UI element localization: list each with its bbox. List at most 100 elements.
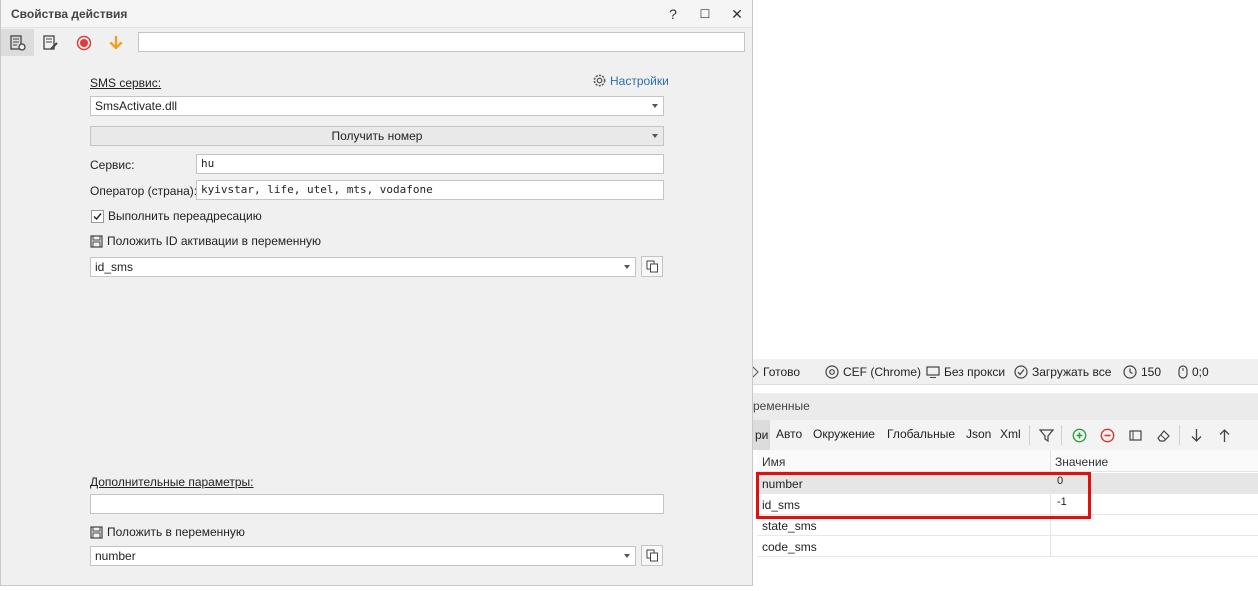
copy-icon	[646, 260, 658, 273]
ready-icon	[753, 366, 759, 378]
chevron-down-icon	[652, 104, 658, 108]
maximize-button[interactable]: ☐	[692, 3, 718, 25]
dialog-toolbar	[1, 29, 752, 56]
tab-xml[interactable]: Xml	[1000, 427, 1021, 441]
column-divider	[1050, 536, 1051, 557]
status-browser-text: CEF (Chrome)	[843, 365, 922, 379]
action-properties-dialog: Свойства действия ? ☐ ✕ SMS сервис: Наст…	[0, 0, 753, 586]
status-ready: Готово	[753, 365, 800, 379]
action-select[interactable]: Получить номер	[90, 126, 664, 146]
service-value: hu	[201, 157, 215, 170]
variables-panel-header: ременные	[753, 393, 1258, 420]
settings-list-icon	[9, 34, 26, 51]
service-input[interactable]: hu	[196, 154, 664, 174]
move-up-button[interactable]	[1215, 426, 1233, 444]
red-highlight-box	[756, 472, 1091, 519]
add-variable-button[interactable]	[1070, 426, 1088, 444]
extra-params-label: Дополнительные параметры:	[90, 475, 254, 489]
tab-auto[interactable]: Авто	[776, 427, 802, 441]
id-variable-value: id_sms	[95, 260, 134, 274]
move-down-button[interactable]	[1187, 426, 1205, 444]
column-value-header[interactable]: Значение	[1055, 455, 1108, 469]
column-divider	[1050, 450, 1051, 472]
save-icon	[90, 525, 103, 539]
status-timer-text: 150	[1141, 365, 1162, 379]
settings-label: Настройки	[610, 73, 669, 88]
variable-name: code_sms	[762, 540, 817, 554]
tab-global[interactable]: Глобальные	[887, 427, 955, 441]
status-coords-text: 0;0	[1192, 365, 1209, 379]
status-coords: 0;0	[1178, 365, 1209, 379]
extra-params-input[interactable]	[90, 494, 664, 514]
put-id-row: Положить ID активации в переменную	[90, 234, 321, 248]
redirect-checkbox-row[interactable]: Выполнить переадресацию	[91, 209, 262, 223]
save-icon	[90, 234, 103, 248]
tab-environment[interactable]: Окружение	[813, 427, 875, 441]
settings-link[interactable]: Настройки	[592, 73, 669, 88]
plus-circle-icon	[1072, 428, 1086, 442]
status-proxy[interactable]: Без прокси	[926, 365, 1005, 379]
table-row[interactable]: code_sms	[757, 536, 1258, 557]
remove-variable-button[interactable]	[1098, 426, 1116, 444]
toolbar-separator	[1029, 425, 1030, 445]
copy-icon	[646, 549, 658, 562]
chevron-down-icon	[624, 554, 630, 558]
put-id-label: Положить ID активации в переменную	[107, 234, 322, 248]
filter-button[interactable]	[1037, 426, 1055, 444]
tab-json[interactable]: Json	[966, 427, 991, 441]
gear-icon	[593, 74, 606, 87]
status-ready-text: Готово	[763, 365, 801, 379]
clear-variable-button[interactable]	[1154, 426, 1172, 444]
put-var-label: Положить в переменную	[107, 525, 245, 539]
close-button[interactable]: ✕	[724, 3, 750, 25]
status-load[interactable]: Загружать все	[1014, 365, 1111, 379]
output-variable-value: number	[95, 549, 136, 563]
id-variable-select[interactable]: id_sms	[90, 257, 636, 277]
status-browser[interactable]: CEF (Chrome)	[825, 365, 921, 379]
sms-service-label: SMS сервис:	[90, 76, 162, 90]
sms-service-select[interactable]: SmsActivate.dll	[90, 96, 664, 116]
tab-user[interactable]: ри	[753, 420, 771, 450]
status-timer[interactable]: 150	[1123, 365, 1161, 379]
grid-header: Имя Значение	[757, 450, 1258, 472]
filter-icon	[1038, 428, 1054, 442]
toolbar-separator	[1179, 425, 1180, 445]
mouse-icon	[1178, 365, 1188, 379]
check-circle-icon	[1014, 365, 1028, 379]
chevron-down-icon	[624, 265, 630, 269]
action-value: Получить номер	[331, 129, 423, 143]
toolbar-separator	[1061, 425, 1062, 445]
column-name-header[interactable]: Имя	[762, 455, 785, 469]
status-proxy-text: Без прокси	[944, 365, 1006, 379]
help-button[interactable]: ?	[660, 3, 686, 25]
copy-output-variable-button[interactable]	[641, 545, 663, 566]
service-label: Сервис:	[90, 158, 135, 172]
rename-variable-button[interactable]	[1126, 426, 1144, 444]
redirect-label: Выполнить переадресацию	[108, 209, 262, 223]
properties-tab-button[interactable]	[1, 29, 34, 56]
variables-toolbar: ри Авто Окружение Глобальные Json Xml	[753, 420, 1258, 450]
put-var-row: Положить в переменную	[90, 525, 245, 539]
output-variable-select[interactable]: number	[90, 546, 636, 566]
edit-tab-button[interactable]	[34, 29, 67, 56]
dialog-title: Свойства действия	[11, 7, 128, 21]
operator-input[interactable]: kyivstar, life, utel, mts, vodafone	[196, 180, 664, 200]
copy-id-variable-button[interactable]	[641, 256, 663, 277]
eraser-icon	[1156, 429, 1170, 442]
variables-panel-title: ременные	[753, 399, 810, 413]
chrome-icon	[825, 365, 839, 379]
sms-service-value: SmsActivate.dll	[95, 99, 178, 113]
monitor-icon	[926, 366, 940, 378]
status-bar: Готово CEF (Chrome) Без прокси Загружать…	[753, 359, 1258, 385]
operator-value: kyivstar, life, utel, mts, vodafone	[201, 183, 433, 196]
arrow-down-icon	[109, 35, 122, 49]
chevron-down-icon	[652, 134, 658, 138]
dialog-titlebar: Свойства действия ? ☐ ✕	[1, 0, 752, 28]
status-load-text: Загружать все	[1032, 365, 1112, 379]
redirect-checkbox[interactable]	[91, 209, 104, 223]
operator-label: Оператор (страна):	[90, 184, 198, 198]
action-name-input[interactable]	[138, 32, 745, 52]
arrow-up-icon	[1219, 428, 1229, 442]
arrow-down-button[interactable]	[99, 29, 132, 56]
record-button[interactable]	[67, 29, 100, 56]
